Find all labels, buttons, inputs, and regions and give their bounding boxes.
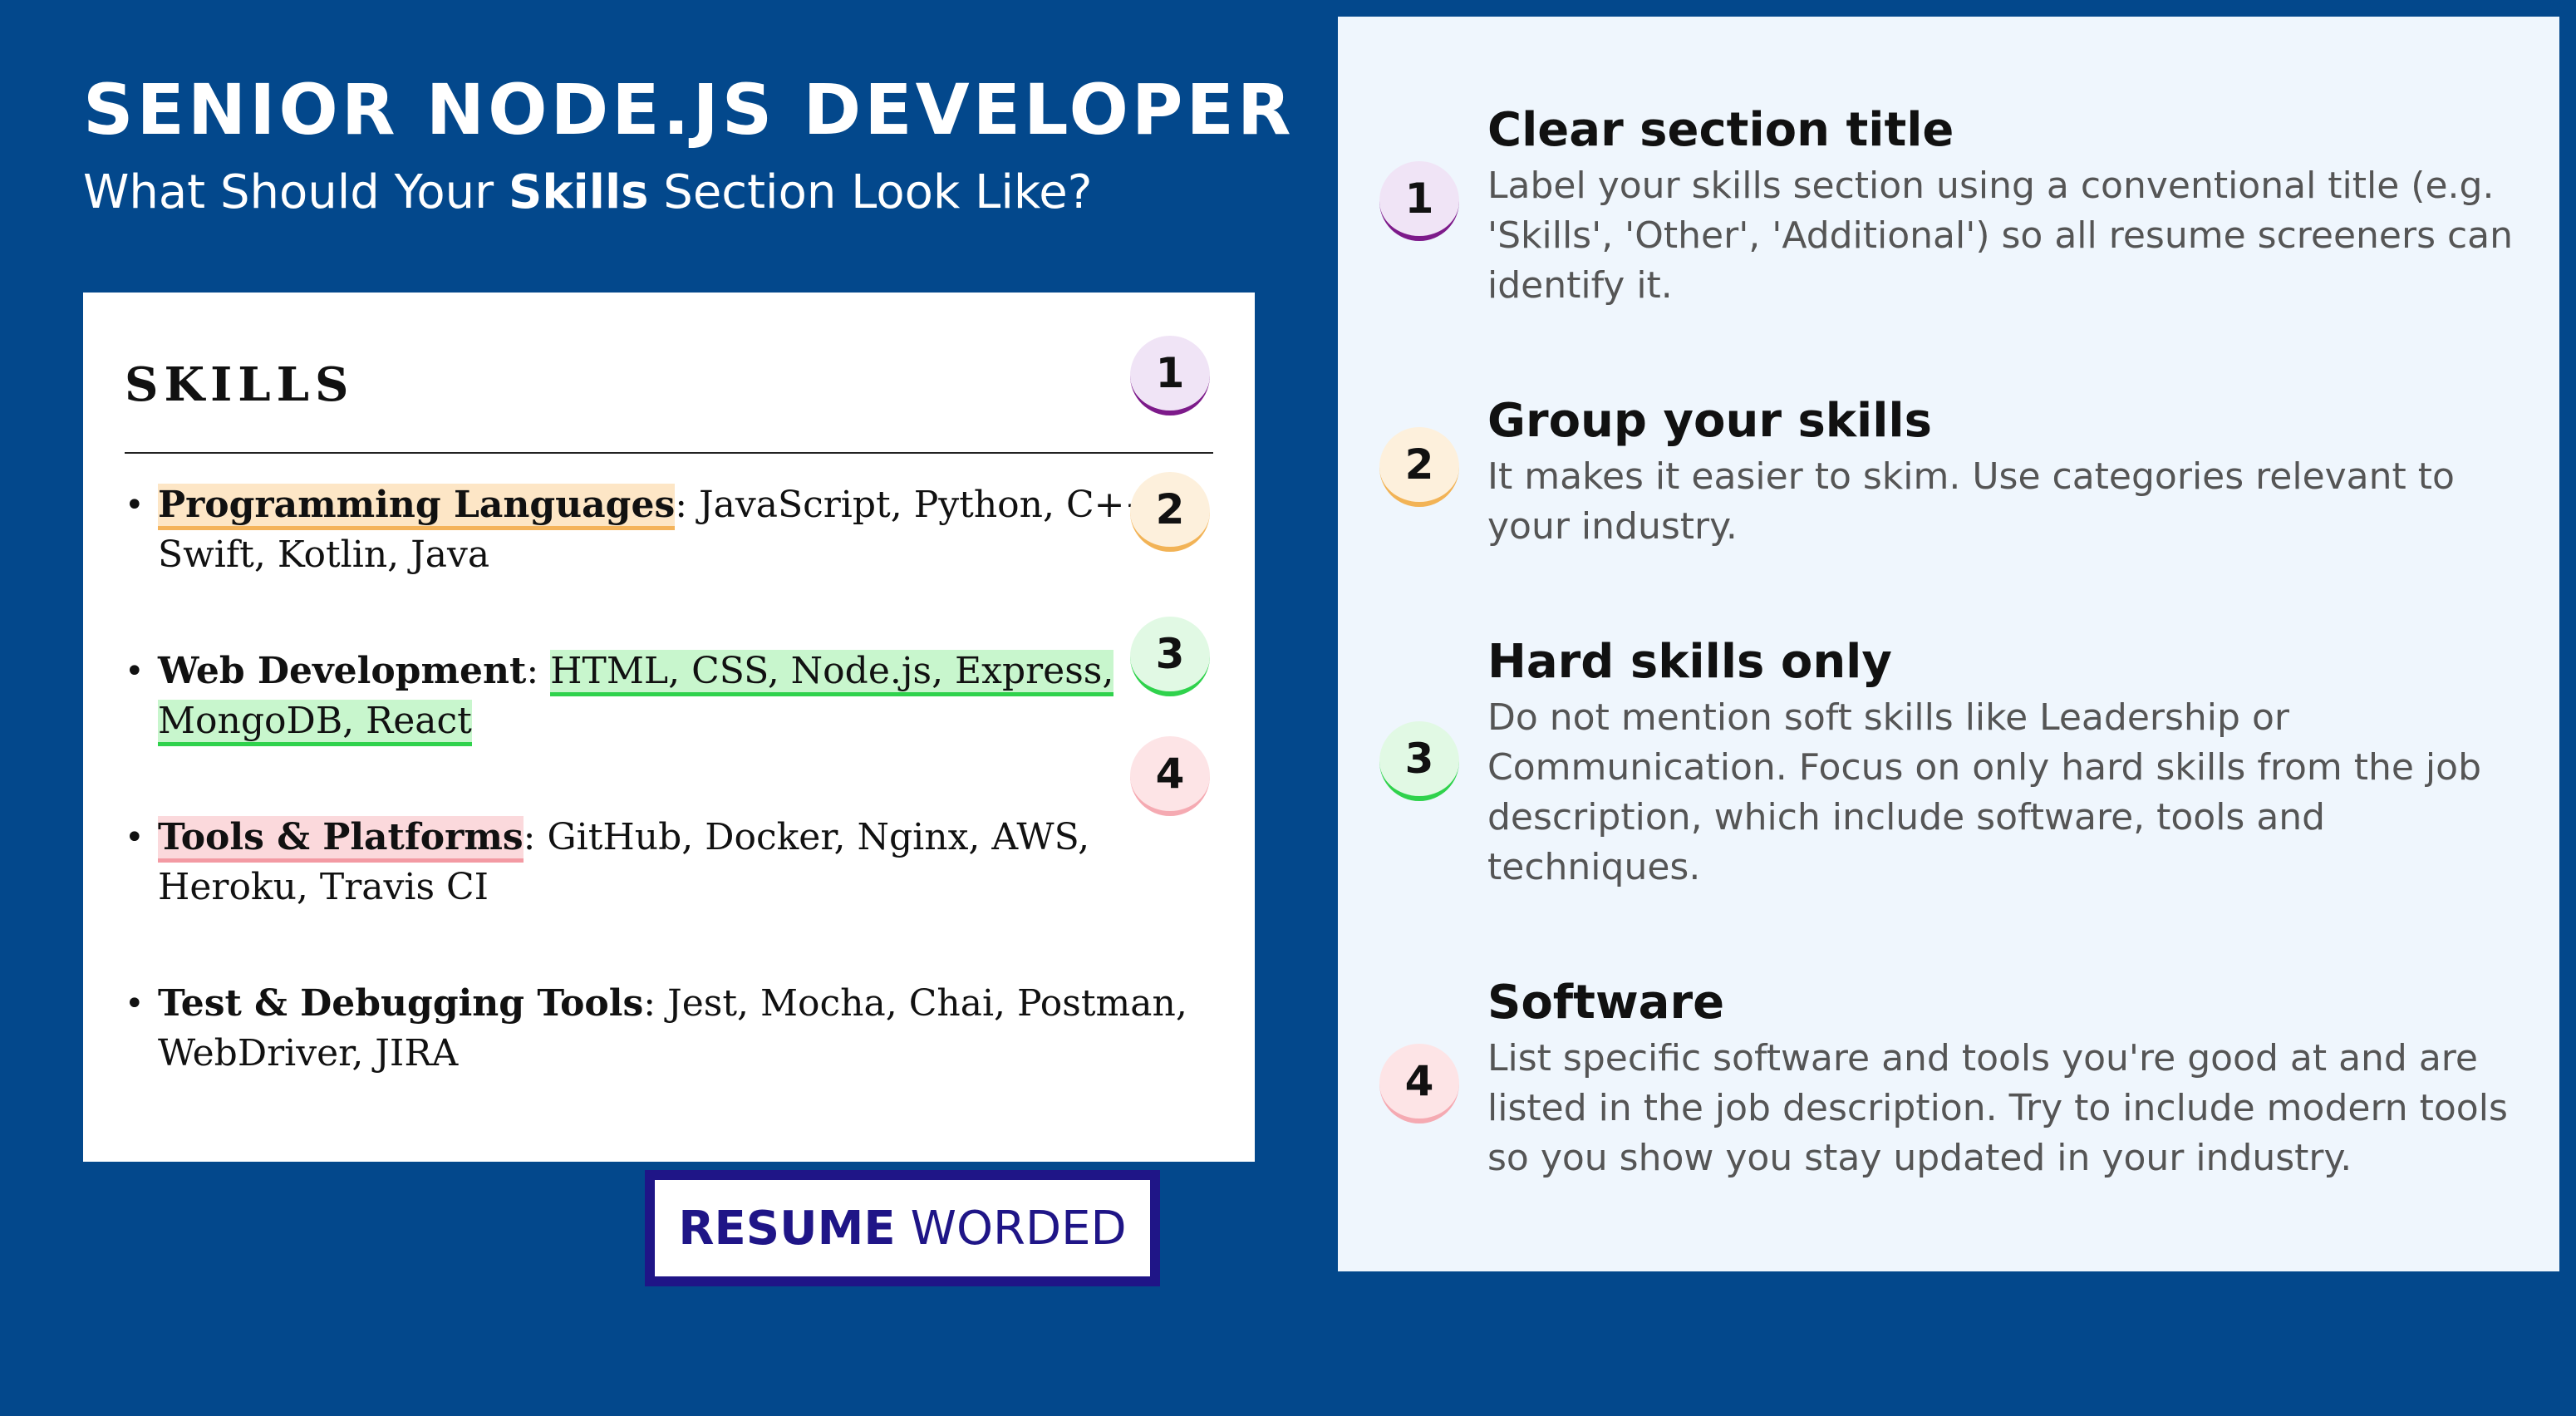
page-subtitle: What Should Your Skills Section Look Lik… bbox=[83, 165, 1092, 220]
logo-text: RESUME WORDED bbox=[655, 1180, 1150, 1276]
logo-text-light: WORDED bbox=[910, 1201, 1127, 1256]
tip-hard-skills-only: Hard skills only Do not mention soft ski… bbox=[1487, 632, 2526, 892]
tip-badge-2: 2 bbox=[1379, 427, 1459, 507]
tip-badge-1: 1 bbox=[1379, 161, 1459, 241]
skill-separator: : bbox=[526, 650, 551, 692]
callout-badge-2: 2 bbox=[1130, 472, 1210, 552]
tips-panel: 1 Clear section title Label your skills … bbox=[1338, 17, 2559, 1271]
tip-title: Group your skills bbox=[1487, 394, 1932, 448]
tip-title: Hard skills only bbox=[1487, 635, 1892, 689]
list-item: Programming Languages: JavaScript, Pytho… bbox=[125, 480, 1205, 580]
tip-title: Software bbox=[1487, 976, 1725, 1030]
skill-category-web-development: Web Development bbox=[158, 650, 527, 692]
skill-separator: : bbox=[675, 484, 700, 526]
tip-clear-section-title: Clear section title Label your skills se… bbox=[1487, 100, 2526, 311]
skill-category-programming-languages: Programming Languages bbox=[158, 484, 676, 530]
tip-group-your-skills: Group your skills It makes it easier to … bbox=[1487, 391, 2526, 552]
callout-badge-4: 4 bbox=[1130, 736, 1210, 816]
skill-category-tools-platforms: Tools & Platforms bbox=[158, 816, 524, 863]
heading-divider bbox=[125, 452, 1213, 454]
tip-title: Clear section title bbox=[1487, 103, 1954, 157]
tip-description: It makes it easier to skim. Use categori… bbox=[1487, 455, 2455, 548]
logo-text-strong: RESUME bbox=[678, 1201, 896, 1256]
list-item: Test & Debugging Tools: Jest, Mocha, Cha… bbox=[125, 979, 1205, 1079]
tip-badge-4: 4 bbox=[1379, 1044, 1459, 1123]
skill-category-test-debugging-tools: Test & Debugging Tools bbox=[158, 982, 644, 1025]
list-item: Web Development: HTML, CSS, Node.js, Exp… bbox=[125, 647, 1205, 746]
resume-skills-card: SKILLS Programming Languages: JavaScript… bbox=[83, 293, 1255, 1162]
skill-separator: : bbox=[643, 982, 668, 1025]
subtitle-text-post: Section Look Like? bbox=[648, 165, 1093, 219]
tip-description: List specific software and tools you're … bbox=[1487, 1037, 2508, 1179]
tip-description: Label your skills section using a conven… bbox=[1487, 165, 2514, 307]
subtitle-text-bold: Skills bbox=[508, 165, 649, 219]
tip-badge-3: 3 bbox=[1379, 721, 1459, 801]
skills-list: Programming Languages: JavaScript, Pytho… bbox=[125, 480, 1205, 1145]
callout-badge-3: 3 bbox=[1130, 617, 1210, 696]
tip-software: Software List specific software and tool… bbox=[1487, 972, 2526, 1183]
resume-worded-logo: RESUME WORDED bbox=[645, 1170, 1160, 1286]
page-title: SENIOR NODE.JS DEVELOPER bbox=[83, 69, 1295, 150]
callout-badge-1: 1 bbox=[1130, 336, 1210, 415]
list-item: Tools & Platforms: GitHub, Docker, Nginx… bbox=[125, 813, 1205, 912]
skills-heading: SKILLS bbox=[125, 357, 355, 412]
skill-separator: : bbox=[523, 816, 548, 858]
subtitle-text-pre: What Should Your bbox=[83, 165, 509, 219]
tip-description: Do not mention soft skills like Leadersh… bbox=[1487, 696, 2481, 888]
